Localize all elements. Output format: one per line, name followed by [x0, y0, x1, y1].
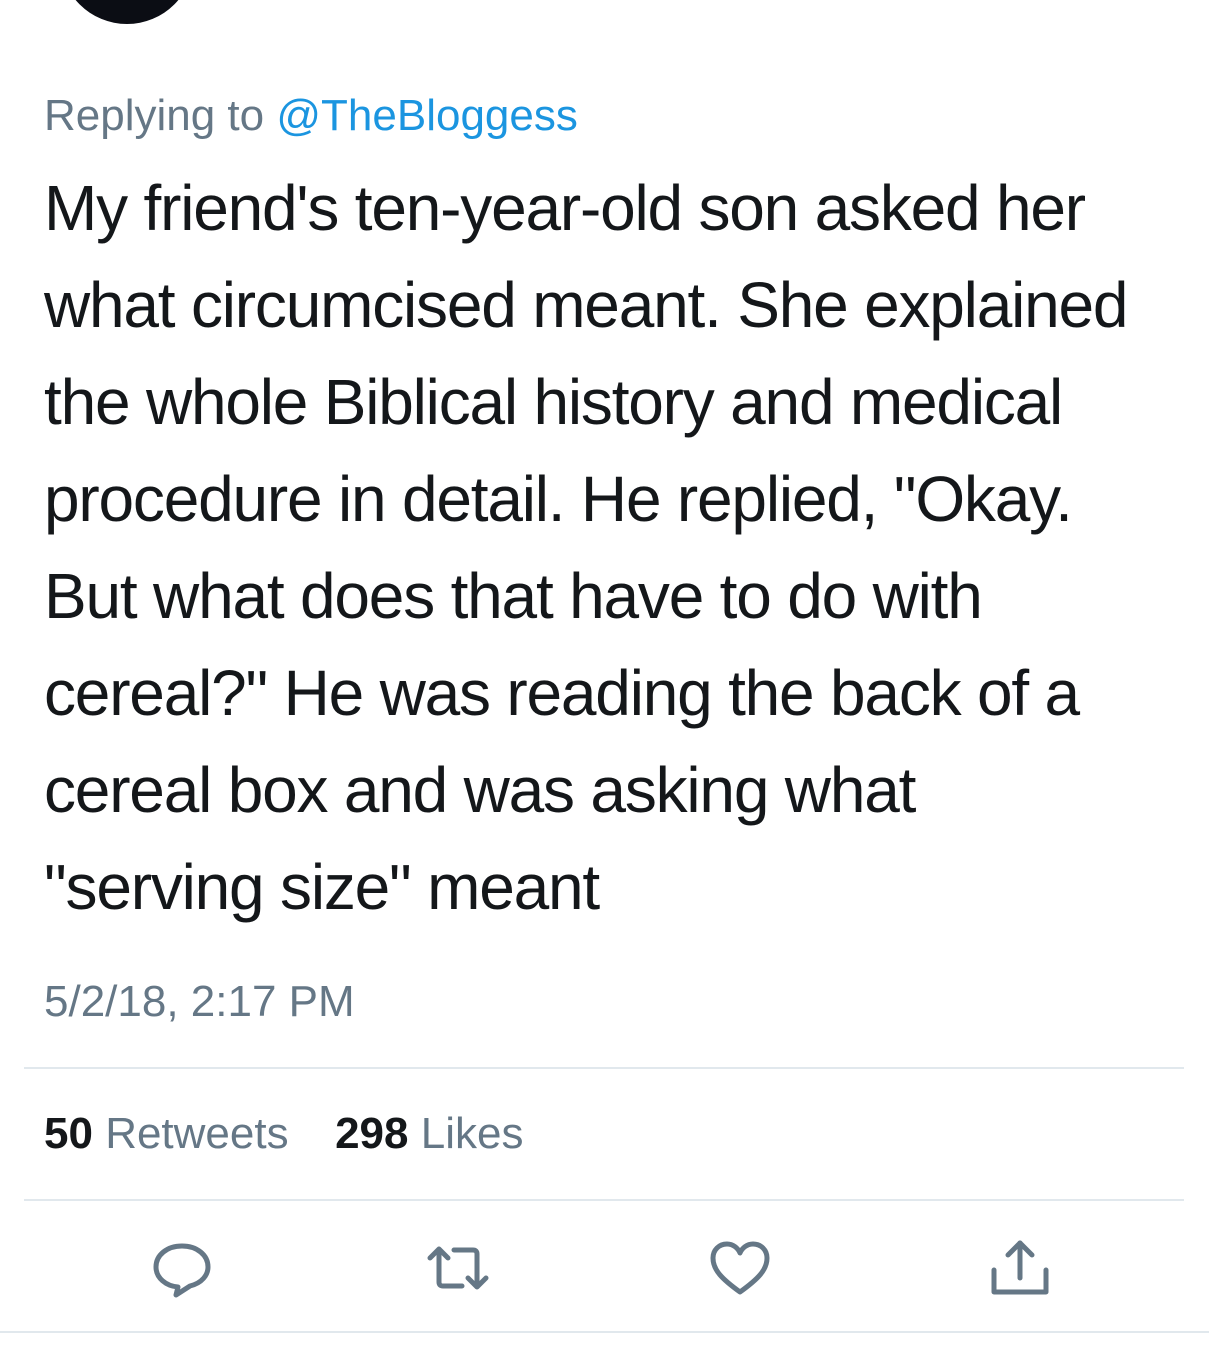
- reply-icon: [153, 1243, 211, 1298]
- share-button[interactable]: [988, 1238, 1052, 1298]
- replying-to-line: Replying to @TheBloggess: [44, 90, 578, 142]
- divider: [24, 1199, 1184, 1201]
- tweet-timestamp[interactable]: 5/2/18, 2:17 PM: [44, 976, 355, 1028]
- retweets-count: 50: [44, 1109, 93, 1158]
- tweet-stats: 50 Retweets 298 Likes: [44, 1108, 523, 1160]
- tweet-text: My friend's ten-year-old son asked her w…: [44, 172, 1128, 923]
- retweet-icon: [427, 1246, 489, 1290]
- likes-count: 298: [335, 1109, 409, 1158]
- reply-button[interactable]: [150, 1238, 214, 1298]
- retweets-stat[interactable]: 50 Retweets: [44, 1109, 301, 1158]
- likes-stat[interactable]: 298 Likes: [323, 1109, 524, 1158]
- like-button[interactable]: [708, 1238, 772, 1298]
- retweet-button[interactable]: [426, 1238, 490, 1298]
- avatar[interactable]: [60, 0, 194, 24]
- like-icon: [710, 1241, 770, 1295]
- share-icon: [991, 1240, 1049, 1295]
- mention-link[interactable]: @TheBloggess: [276, 91, 578, 140]
- divider: [24, 1067, 1184, 1069]
- likes-label: Likes: [420, 1109, 524, 1158]
- retweets-label: Retweets: [105, 1109, 289, 1158]
- divider: [0, 1331, 1209, 1333]
- replying-to-label: Replying to: [44, 91, 265, 140]
